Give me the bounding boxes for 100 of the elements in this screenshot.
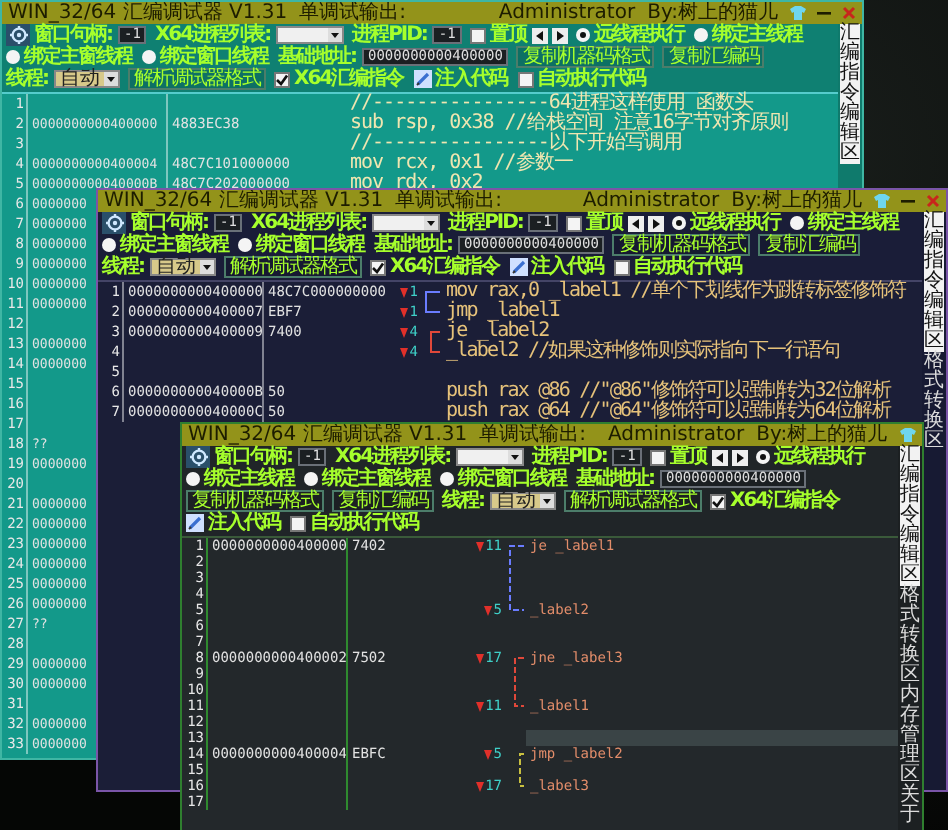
process-dropdown[interactable]: [372, 214, 441, 232]
code-line: jmp _label1: [444, 300, 560, 322]
field-label: X64进程列表:: [334, 446, 453, 468]
code-line: _label2 //如果这种修饰则实际指向下一行语句: [444, 340, 842, 364]
thread-dropdown[interactable]: 自动: [54, 70, 120, 88]
checkbox[interactable]: [565, 215, 582, 231]
field-label: 基础地址:: [374, 234, 452, 256]
field-label: 进程PID:: [532, 446, 607, 468]
caret-icon[interactable]: [200, 260, 214, 274]
code-line: //----------------64进程这样使用 函数头: [348, 92, 753, 114]
caret-icon[interactable]: [328, 28, 343, 42]
code-line: mov rcx, 0x1 //参数一: [348, 152, 575, 174]
thread-dropdown[interactable]: 自动: [490, 492, 556, 510]
side-tab[interactable]: 关于: [900, 786, 920, 826]
author-label: By:树上的猫儿: [731, 190, 862, 212]
jump-marker-icon: [399, 347, 408, 357]
field-label: 进程PID:: [352, 24, 429, 46]
side-tab[interactable]: 格式转换区: [900, 586, 920, 686]
checkbox[interactable]: [469, 27, 486, 43]
copy-button[interactable]: 复制汇编码: [662, 46, 765, 68]
parse-button[interactable]: 解析调试器格式: [128, 68, 266, 90]
side-tab[interactable]: 汇编指令编辑区: [900, 446, 920, 586]
checkbox-label: 自动执行代码: [537, 68, 648, 90]
radio-button[interactable]: [693, 28, 708, 42]
checkbox-label: X64汇编指令: [730, 490, 842, 512]
arrow-left-button[interactable]: [531, 27, 548, 43]
checkbox[interactable]: [290, 515, 306, 531]
field-label: 线程:: [102, 256, 146, 278]
minimize-icon[interactable]: [816, 6, 832, 20]
field-label: X64进程列表:: [154, 24, 273, 46]
radio-button[interactable]: [575, 28, 590, 42]
output-label: 单调试输出:: [299, 2, 408, 24]
radio-button[interactable]: [304, 472, 318, 486]
inject-button[interactable]: 注入代码: [531, 256, 606, 278]
user-name: Administrator: [582, 190, 720, 212]
radio-button[interactable]: [238, 238, 252, 252]
thread-dropdown[interactable]: 自动: [150, 258, 216, 276]
copy-button[interactable]: 复制机器码格式: [186, 490, 324, 512]
author-label: By:树上的猫儿: [756, 424, 890, 446]
code-line: sub rsp, 0x38 //给栈空间 注意16字节对齐原则: [348, 112, 790, 134]
radio-button[interactable]: [440, 472, 454, 486]
arrow-right-button[interactable]: [551, 27, 568, 43]
checkbox-label: 置顶: [489, 24, 528, 46]
parse-button[interactable]: 解析调试器格式: [224, 256, 362, 278]
arrow-left-button[interactable]: [627, 215, 644, 231]
radio-button[interactable]: [6, 50, 20, 64]
radio-button[interactable]: [102, 238, 116, 252]
inject-button[interactable]: 注入代码: [435, 68, 510, 90]
side-tab[interactable]: 汇编指令编辑区: [924, 212, 944, 352]
radio-button[interactable]: [142, 50, 156, 64]
caret-icon[interactable]: [508, 450, 523, 464]
side-tab[interactable]: 汇编指令编辑区: [840, 24, 860, 164]
checkbox[interactable]: [649, 449, 666, 465]
radio-label: 绑定主线程: [711, 24, 804, 46]
copy-button[interactable]: 复制汇编码: [758, 234, 861, 256]
jump-marker-icon: [475, 653, 484, 663]
checkbox-label: X64汇编指令: [390, 256, 502, 278]
radio-button[interactable]: [671, 216, 686, 230]
copy-button[interactable]: 复制机器码格式: [612, 234, 751, 256]
side-tab[interactable]: 格式转换区: [924, 352, 944, 452]
checkbox[interactable]: [274, 71, 290, 87]
checkbox[interactable]: [613, 259, 630, 275]
field-label: 窗口句柄:: [214, 446, 294, 468]
code-line: push rax @64 //"@64"修饰符可以强制转为64位解析: [444, 400, 893, 424]
radio-label: 绑定主窗线程: [322, 468, 432, 490]
checkbox-label: 置顶: [669, 446, 708, 468]
settings-button[interactable]: [102, 212, 126, 234]
checkbox[interactable]: [517, 71, 534, 87]
parse-button[interactable]: 解析调试器格式: [564, 490, 702, 512]
settings-button[interactable]: [6, 24, 30, 46]
minimize-icon[interactable]: [900, 194, 916, 208]
radio-button[interactable]: [789, 216, 804, 230]
caret-icon[interactable]: [424, 216, 439, 230]
checkbox[interactable]: [710, 493, 726, 509]
caret-icon[interactable]: [540, 494, 554, 508]
field-label: 进程PID:: [448, 212, 525, 234]
radio-label: 绑定窗口线程: [458, 468, 568, 490]
checkbox[interactable]: [370, 259, 386, 275]
copy-button[interactable]: 复制机器码格式: [516, 46, 655, 68]
settings-button[interactable]: [186, 446, 210, 468]
side-tab[interactable]: 内存管理区: [900, 686, 920, 786]
pen-icon: [509, 258, 528, 276]
copy-button[interactable]: 复制汇编码: [332, 490, 434, 512]
field-label: 线程:: [6, 68, 50, 90]
radio-button[interactable]: [755, 450, 770, 464]
output-label: 单调试输出:: [479, 424, 588, 446]
arrow-right-button[interactable]: [647, 215, 664, 231]
arrow-right-button[interactable]: [731, 449, 748, 465]
window-title: WIN_32/64 汇编调试器 V1.31: [8, 2, 290, 24]
arrow-left-button[interactable]: [711, 449, 728, 465]
caret-icon[interactable]: [104, 72, 118, 86]
field-label: 线程:: [442, 490, 486, 512]
radio-label: 远线程执行: [689, 212, 781, 234]
checkbox-label: 置顶: [585, 212, 624, 234]
radio-button[interactable]: [186, 472, 200, 486]
radio-label: 远线程执行: [593, 24, 685, 46]
checkbox-label: 自动执行代码: [633, 256, 744, 278]
field-label: 基础地址:: [278, 46, 356, 68]
inject-button[interactable]: 注入代码: [208, 512, 282, 534]
process-dropdown[interactable]: [456, 448, 525, 466]
